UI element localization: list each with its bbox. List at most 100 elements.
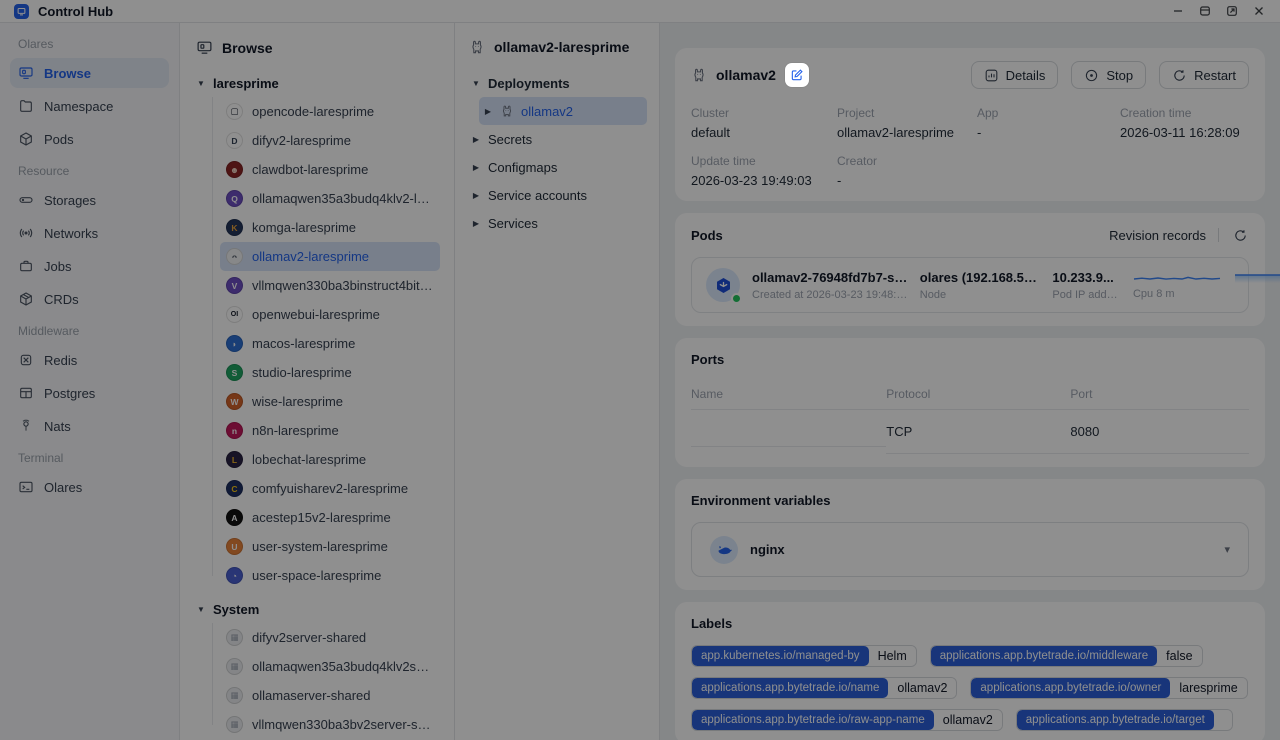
browse-item-label: opencode-laresprime xyxy=(252,104,374,119)
browse-item-ollamaserver[interactable]: ▦ollamaserver-shared xyxy=(220,681,440,710)
restart-button[interactable]: Restart xyxy=(1159,61,1249,89)
caret-right-icon: ▶ xyxy=(483,107,493,116)
sidebar-item-label: Jobs xyxy=(44,259,71,274)
env-container-row[interactable]: nginx ▾ xyxy=(691,522,1249,577)
close-button[interactable] xyxy=(1252,4,1266,18)
sidebar-item-label: Browse xyxy=(44,66,91,81)
pod-cpu-col: Cpu 8 m xyxy=(1133,270,1222,300)
browse-item-studio[interactable]: Sstudio-laresprime xyxy=(220,358,440,387)
sidebar-item-pods[interactable]: Pods xyxy=(10,124,169,154)
crds-icon xyxy=(18,291,34,307)
browse-item-clawdbot[interactable]: ☻clawdbot-laresprime xyxy=(220,155,440,184)
browse-item-difyv2server[interactable]: ▦difyv2server-shared xyxy=(220,623,440,652)
stop-icon xyxy=(1084,68,1099,83)
sidebar-item-label: Nats xyxy=(44,419,71,434)
tree-secrets[interactable]: ▶ Secrets xyxy=(467,125,647,153)
container-whale-icon xyxy=(710,536,738,564)
sidebar-item-nats[interactable]: Nats xyxy=(10,411,169,441)
tree-configmaps[interactable]: ▶ Configmaps xyxy=(467,153,647,181)
ports-title: Ports xyxy=(691,352,724,367)
browse-item-comfyui[interactable]: Ccomfyuisharev2-laresprime xyxy=(220,474,440,503)
pod-created: Created at 2026-03-23 19:48:52 xyxy=(752,289,908,301)
browse-item-label: vllmqwen330ba3bv2server-shared xyxy=(252,717,434,732)
caret-down-icon: ▼ xyxy=(471,79,481,88)
browse-item-lobechat[interactable]: Llobechat-laresprime xyxy=(220,445,440,474)
redis-icon xyxy=(18,352,34,368)
sidebar-item-networks[interactable]: Networks xyxy=(10,218,169,248)
port-row: TCP 8080 xyxy=(691,410,1249,454)
browse-item-label: lobechat-laresprime xyxy=(252,452,366,467)
browse-item-macos[interactable]: ◗macos-laresprime xyxy=(220,329,440,358)
app-logo-icon xyxy=(14,4,29,19)
label-pill: applications.app.bytetrade.io/nameollama… xyxy=(691,677,957,699)
tree-services[interactable]: ▶ Services xyxy=(467,209,647,237)
browse-item-user-system[interactable]: Uuser-system-laresprime xyxy=(220,532,440,561)
env-title: Environment variables xyxy=(691,493,830,508)
refresh-icon xyxy=(1233,228,1248,243)
pods-card: Pods Revision records o xyxy=(675,213,1265,326)
browse-item-komga[interactable]: Kkomga-laresprime xyxy=(220,213,440,242)
sidebar-item-namespace[interactable]: Namespace xyxy=(10,91,169,121)
sidebar-item-jobs[interactable]: Jobs xyxy=(10,251,169,281)
edit-button[interactable] xyxy=(785,63,809,87)
pod-row[interactable]: ollamav2-76948fd7b7-s5z... Created at 20… xyxy=(691,257,1249,313)
browse-item-label: difyv2-laresprime xyxy=(252,133,351,148)
tree-deployments[interactable]: ▼ Deployments xyxy=(467,69,647,97)
chevron-down-icon[interactable]: ▾ xyxy=(1224,543,1230,556)
caret-down-icon: ▼ xyxy=(196,79,206,88)
ports-table: Name Protocol Port TCP 8080 xyxy=(691,381,1249,454)
namespace-icon xyxy=(18,98,34,114)
env-card: Environment variables nginx ▾ xyxy=(675,479,1265,590)
label-pill: applications.app.bytetrade.io/raw-app-na… xyxy=(691,709,1003,731)
browse-item-label: user-space-laresprime xyxy=(252,568,381,583)
browse-item-opencode[interactable]: ▢ opencode-laresprime xyxy=(220,97,440,126)
sidebar-item-crds[interactable]: CRDs xyxy=(10,284,169,314)
refresh-button[interactable] xyxy=(1231,226,1249,244)
column-header-protocol: Protocol xyxy=(886,381,1070,410)
browse-item-label: macos-laresprime xyxy=(252,336,355,351)
browse-item-label: clawdbot-laresprime xyxy=(252,162,368,177)
browse-item-openwebui[interactable]: OIopenwebui-laresprime xyxy=(220,300,440,329)
browse-icon xyxy=(18,65,34,81)
browse-item-difyv2[interactable]: Ddifyv2-laresprime xyxy=(220,126,440,155)
stop-button[interactable]: Stop xyxy=(1071,61,1146,89)
browse-item-wise[interactable]: Wwise-laresprime xyxy=(220,387,440,416)
app-icon: Q xyxy=(226,190,243,207)
browse-item-n8n[interactable]: nn8n-laresprime xyxy=(220,416,440,445)
app-icon: ▢ xyxy=(226,103,243,120)
sidebar-item-storages[interactable]: Storages xyxy=(10,185,169,215)
browse-item-user-space[interactable]: ◔user-space-laresprime xyxy=(220,561,440,590)
divider xyxy=(1218,228,1219,242)
browse-item-ollamav2-selected[interactable]: ᴖollamav2-laresprime xyxy=(220,242,440,271)
sidebar-item-label: Postgres xyxy=(44,386,95,401)
browse-item-vllmserver[interactable]: ▦vllmqwen330ba3bv2server-shared xyxy=(220,710,440,739)
sidebar-section-terminal: Terminal xyxy=(18,451,161,465)
browse-item-vllmqwen[interactable]: Vvllmqwen330ba3binstruct4bitv2-larespri.… xyxy=(220,271,440,300)
meta-project: Projectollamav2-laresprime xyxy=(837,106,977,140)
pod-ip-col: 10.233.9... Pod IP addre... xyxy=(1052,270,1121,301)
tree-deployment-ollamav2-selected[interactable]: ▶ ollamav2 xyxy=(479,97,647,125)
maximize-button[interactable] xyxy=(1198,4,1212,18)
browse-item-acestep[interactable]: Aacestep15v2-laresprime xyxy=(220,503,440,532)
browse-item-ollamaqwen[interactable]: Qollamaqwen35a3budq4klv2-laresprime xyxy=(220,184,440,213)
sidebar-item-redis[interactable]: Redis xyxy=(10,345,169,375)
storages-icon xyxy=(18,192,34,208)
app-icon: ▦ xyxy=(226,687,243,704)
sidebar-item-postgres[interactable]: Postgres xyxy=(10,378,169,408)
revision-records-button[interactable]: Revision records xyxy=(1109,228,1206,243)
meta-app: App- xyxy=(977,106,1120,140)
tree-group-laresprime[interactable]: ▼ laresprime xyxy=(194,70,440,97)
sidebar-item-olares-terminal[interactable]: Olares xyxy=(10,472,169,502)
label-pill: app.kubernetes.io/managed-byHelm xyxy=(691,645,917,667)
ollama-icon xyxy=(500,104,514,118)
titlebar: Control Hub xyxy=(0,0,1280,23)
popout-button[interactable] xyxy=(1225,4,1239,18)
minimize-button[interactable] xyxy=(1171,4,1185,18)
browse-item-ollamaqwenserver[interactable]: ▦ollamaqwen35a3budq4klv2server-shared xyxy=(220,652,440,681)
details-button[interactable]: Details xyxy=(971,61,1059,89)
browse-item-label: comfyuisharev2-laresprime xyxy=(252,481,408,496)
sidebar-item-browse[interactable]: Browse xyxy=(10,58,169,88)
memory-sparkline xyxy=(1234,270,1280,284)
tree-service-accounts[interactable]: ▶ Service accounts xyxy=(467,181,647,209)
tree-group-system[interactable]: ▼ System xyxy=(194,596,440,623)
